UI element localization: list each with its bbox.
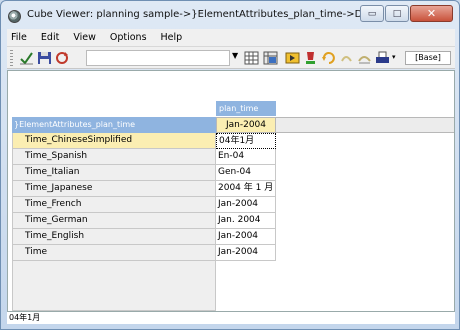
grid-rows: Time_ChineseSimplified 04年1月 Time_Spanis… <box>12 133 276 261</box>
save-icon[interactable] <box>37 51 52 65</box>
table-row[interactable]: Time_French Jan-2004 <box>12 197 276 213</box>
table-row[interactable]: Time_English Jan-2004 <box>12 229 276 245</box>
toolbar-grip[interactable] <box>10 50 13 66</box>
recalc-icon[interactable] <box>55 51 70 65</box>
check-icon[interactable] <box>19 51 34 65</box>
grid-options-icon[interactable] <box>263 51 278 65</box>
data-cell[interactable]: Gen-04 <box>216 165 276 181</box>
row-label[interactable]: Time_French <box>12 197 216 213</box>
row-label[interactable]: Time_German <box>12 213 216 229</box>
table-row[interactable]: Time_ChineseSimplified 04年1月 <box>12 133 276 149</box>
column-header-strip <box>276 117 454 133</box>
table-row[interactable]: Time_German Jan. 2004 <box>12 213 276 229</box>
table-row[interactable]: Time_Japanese 2004 年 1 月 <box>12 181 276 197</box>
row-label[interactable]: Time_Spanish <box>12 149 216 165</box>
base-label[interactable]: [Base] <box>405 51 451 65</box>
redo-icon[interactable] <box>339 51 354 65</box>
data-cell[interactable]: En-04 <box>216 149 276 165</box>
table-row[interactable]: Time_Italian Gen-04 <box>12 165 276 181</box>
arrow-right-icon[interactable] <box>285 51 300 65</box>
column-dimension-header[interactable]: plan_time <box>216 101 276 116</box>
status-text: 04年1月 <box>9 313 41 322</box>
chevron-down-icon[interactable]: ▾ <box>392 53 396 61</box>
paint-icon[interactable] <box>303 51 318 65</box>
print-icon[interactable] <box>375 51 390 65</box>
menu-view[interactable]: View <box>73 32 96 43</box>
table-row[interactable]: Time_Spanish En-04 <box>12 149 276 165</box>
toolbar: ▼ ▾ [Base] <box>7 47 455 69</box>
column-element-header[interactable]: Jan-2004 <box>216 117 276 133</box>
menu-options[interactable]: Options <box>110 32 147 43</box>
title-bar[interactable]: Cube Viewer: planning sample->}ElementAt… <box>1 1 459 29</box>
data-cell[interactable]: 04年1月 <box>216 133 276 149</box>
minimize-icon: ▭ <box>367 8 377 19</box>
menu-file[interactable]: File <box>11 32 27 43</box>
view-combo[interactable] <box>86 50 230 66</box>
row-label[interactable]: Time_ChineseSimplified <box>12 133 216 149</box>
chart-icon[interactable] <box>357 51 372 65</box>
row-label[interactable]: Time <box>12 245 216 261</box>
minimize-button[interactable]: ▭ <box>360 5 384 22</box>
grid-icon[interactable] <box>244 51 259 65</box>
close-button[interactable]: ✕ <box>410 5 453 22</box>
maximize-button[interactable]: □ <box>385 5 409 22</box>
row-pane-empty-area <box>12 261 216 311</box>
row-label[interactable]: Time_English <box>12 229 216 245</box>
app-icon <box>8 10 21 23</box>
data-cell[interactable]: Jan-2004 <box>216 197 276 213</box>
data-cell[interactable]: Jan. 2004 <box>216 213 276 229</box>
cube-grid: plan_time }ElementAttributes_plan_time J… <box>7 70 455 323</box>
close-icon: ✕ <box>426 7 437 20</box>
data-cell[interactable]: Jan-2004 <box>216 245 276 261</box>
table-row[interactable]: Time Jan-2004 <box>12 245 276 261</box>
chevron-down-icon[interactable]: ▼ <box>232 51 238 60</box>
menu-bar: File Edit View Options Help <box>7 29 455 47</box>
menu-help[interactable]: Help <box>161 32 183 43</box>
undo-icon[interactable] <box>321 51 336 65</box>
row-label[interactable]: Time_Italian <box>12 165 216 181</box>
row-label[interactable]: Time_Japanese <box>12 181 216 197</box>
data-cell[interactable]: 2004 年 1 月 <box>216 181 276 197</box>
status-bar: 04年1月 <box>7 311 455 324</box>
maximize-icon: □ <box>392 8 402 19</box>
data-cell[interactable]: Jan-2004 <box>216 229 276 245</box>
row-dimension-header[interactable]: }ElementAttributes_plan_time <box>12 117 216 133</box>
cube-viewer-window: Cube Viewer: planning sample->}ElementAt… <box>0 0 460 330</box>
window-title: Cube Viewer: planning sample->}ElementAt… <box>27 9 392 20</box>
menu-edit[interactable]: Edit <box>41 32 59 43</box>
